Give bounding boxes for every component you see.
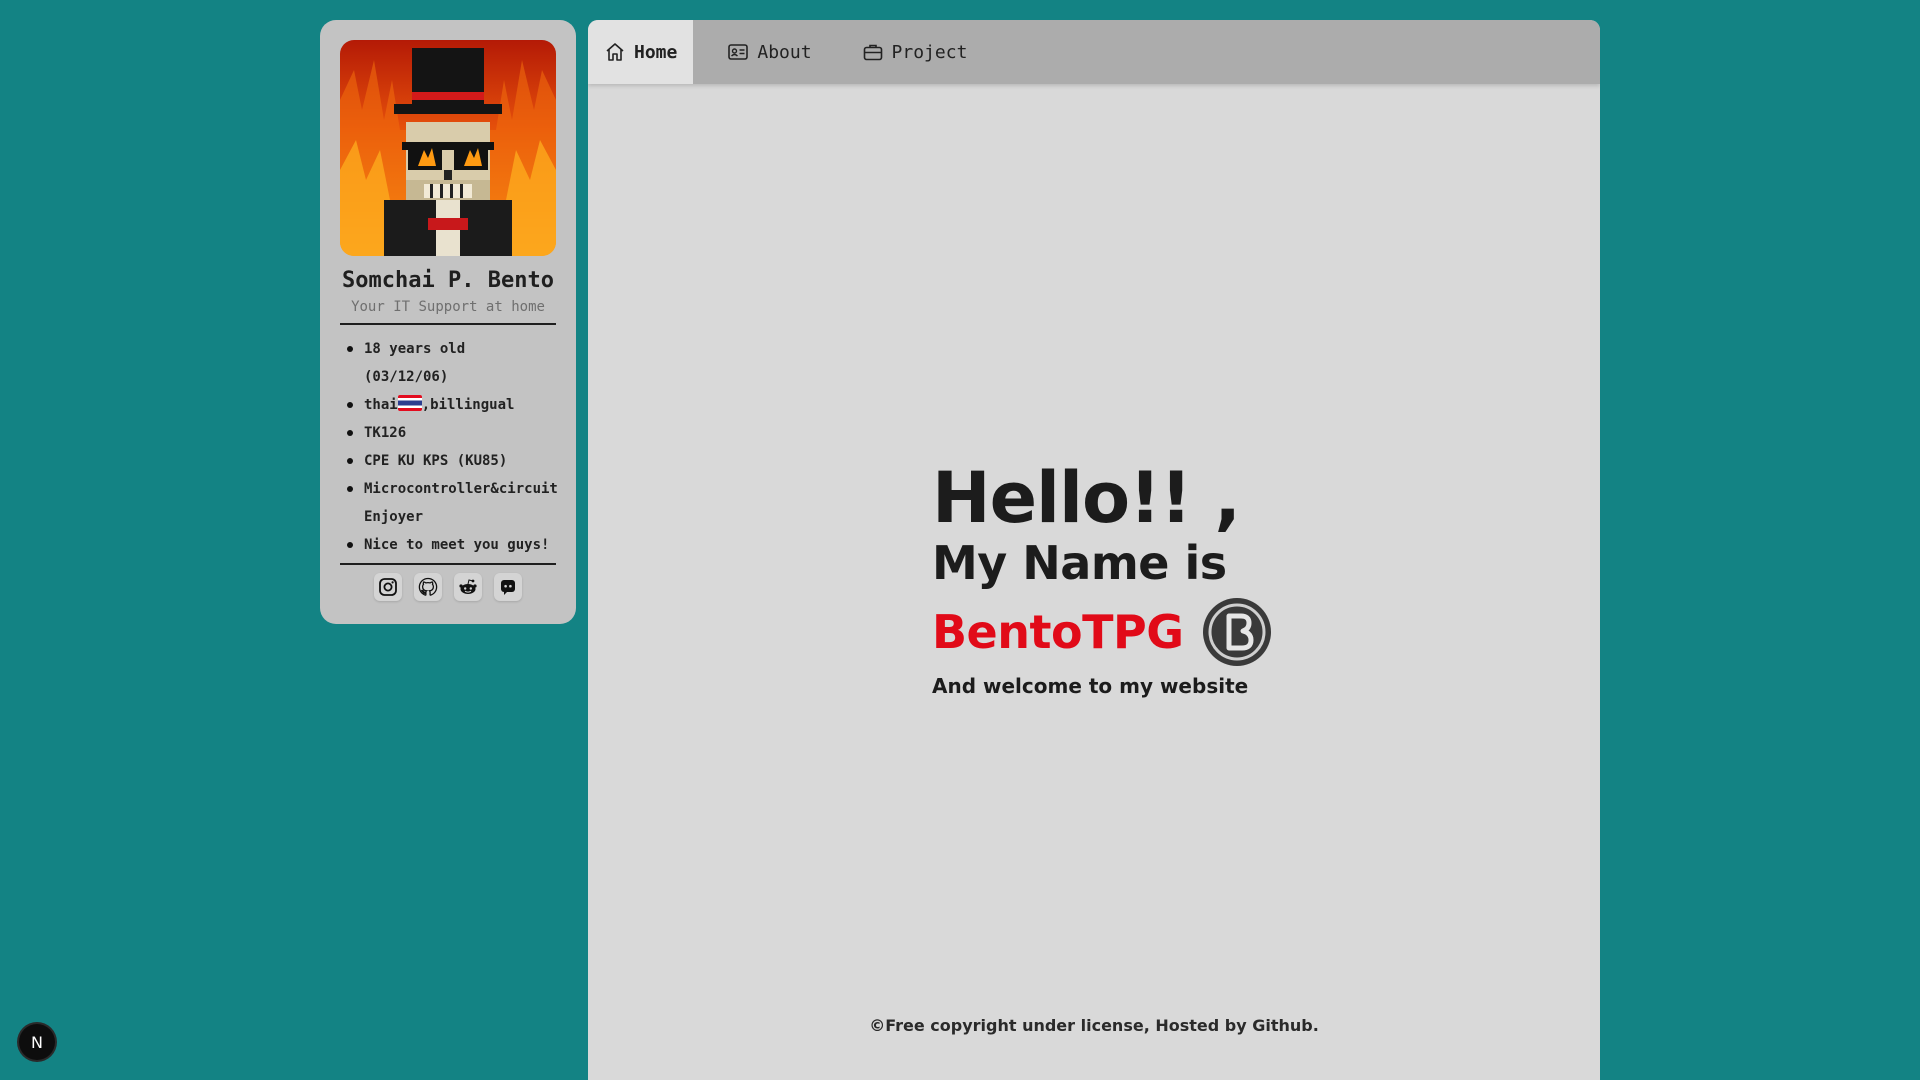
id-card-icon (728, 44, 749, 60)
profile-name: Somchai P. Bento (342, 268, 554, 293)
thailand-flag-icon (397, 395, 422, 411)
tab-home[interactable]: Home (588, 20, 694, 84)
reddit-button[interactable] (454, 573, 482, 601)
hero-my-name-is: My Name is (932, 536, 1227, 590)
fact-item-school: TK126 (340, 419, 556, 447)
tab-home-label: Home (634, 41, 678, 63)
main-panel: Home About Project Hello!! , My Name is … (588, 20, 1600, 1080)
hero-section: Hello!! , My Name is BentoTPG And welcom… (932, 460, 1273, 698)
bento-logo-icon (1203, 598, 1272, 666)
facts-list: 18 years old (03/12/06) thai ,billingual … (340, 335, 558, 559)
github-button[interactable] (414, 573, 442, 601)
home-icon (606, 43, 624, 61)
briefcase-icon (863, 44, 882, 61)
footer-text: ©Free copyright under license, Hosted by… (869, 1016, 1319, 1035)
fact-item-greeting: Nice to meet you guys! (340, 531, 556, 559)
fact-item-university: CPE KU KPS (KU85) (340, 447, 556, 475)
fact-item-age: 18 years old (03/12/06) (340, 335, 556, 391)
reddit-icon (459, 579, 477, 594)
tab-about-label: About (757, 41, 812, 63)
tab-about[interactable]: About (711, 20, 827, 84)
fact-item-hobby: Microcontroller&circuit Enjoyer (340, 475, 558, 531)
discord-button[interactable] (494, 573, 522, 601)
badge-letter: N (31, 1032, 43, 1052)
profile-card: Somchai P. Bento Your IT Support at home… (320, 20, 576, 624)
avatar (340, 40, 556, 256)
discord-icon (501, 580, 515, 595)
hero-brand-name: BentoTPG (932, 605, 1184, 659)
top-nav: Home About Project (588, 20, 1600, 84)
hero-brand-row: BentoTPG (932, 596, 1273, 668)
next-dev-badge[interactable]: N (19, 1024, 55, 1060)
tab-project[interactable]: Project (846, 20, 984, 84)
fact-label: thai (364, 397, 398, 413)
instagram-button[interactable] (374, 573, 402, 601)
skeleton-avatar-image (340, 48, 556, 256)
profile-subtitle: Your IT Support at home (340, 299, 556, 325)
social-links (340, 563, 556, 601)
fact-suffix: ,billingual (421, 397, 515, 413)
fact-item-language: thai ,billingual (340, 391, 556, 419)
page: Somchai P. Bento Your IT Support at home… (0, 0, 1920, 1080)
tab-project-label: Project (891, 41, 968, 63)
hero-welcome: And welcome to my website (932, 674, 1249, 698)
instagram-icon (379, 578, 397, 596)
github-icon (418, 577, 438, 596)
hero-hello: Hello!! , (932, 457, 1241, 539)
